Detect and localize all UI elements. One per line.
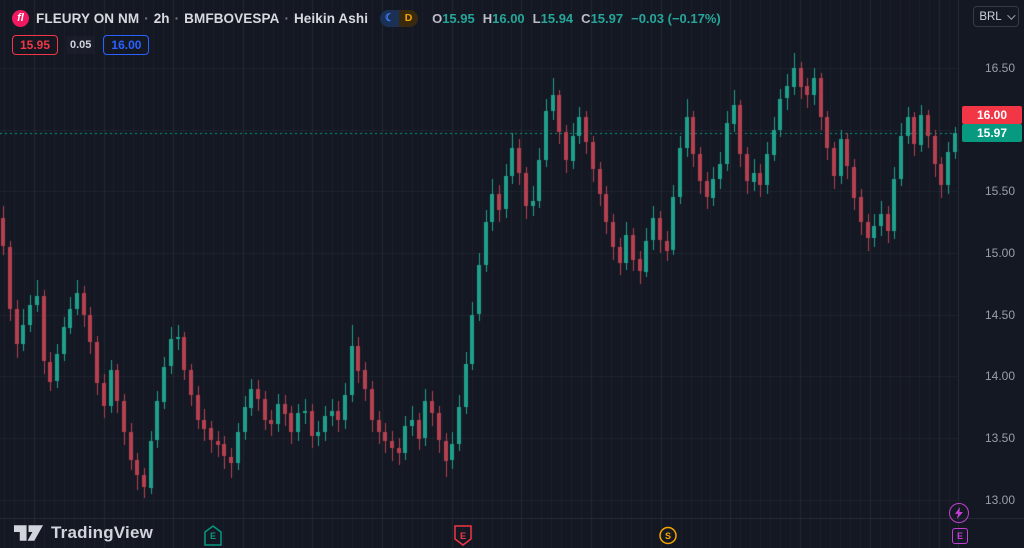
low-value: 15.94 — [540, 10, 574, 26]
market-closed-moon-icon[interactable]: ☾ — [380, 9, 400, 27]
time-axis[interactable]: EES — [0, 518, 1024, 548]
price-chart-canvas[interactable] — [0, 0, 958, 548]
delayed-data-icon[interactable]: D — [399, 9, 419, 27]
title-separator: · — [144, 10, 149, 26]
price-tick-label: 16.50 — [985, 60, 1016, 75]
ask-price-badge: 16.00 — [962, 106, 1022, 125]
earnings-miss-marker[interactable]: E — [454, 525, 472, 546]
change-value: −0.03 (−0.17%) — [631, 10, 721, 26]
price-scale-axis[interactable]: BRL 16.50 16.00 15.50 15.00 14.50 14.00 13.50 1… — [958, 0, 1024, 548]
chevron-down-icon — [1006, 10, 1016, 20]
symbol-title-row[interactable]: fl FLEURY ON NM · 2h · BMFBOVESPA · Heik… — [12, 8, 721, 28]
ohlc-values: O15.95 H16.00 L15.94 C15.97 −0.03 (−0.17… — [432, 11, 721, 26]
symbol-name[interactable]: FLEURY ON NM — [36, 11, 139, 26]
title-separator: · — [284, 10, 289, 26]
buy-button[interactable]: 16.00 — [103, 35, 150, 55]
price-tick-label: 14.50 — [985, 307, 1016, 322]
low-label: L — [532, 10, 541, 26]
chart-legend: fl FLEURY ON NM · 2h · BMFBOVESPA · Heik… — [12, 8, 721, 55]
earnings-edge-marker[interactable]: E — [952, 528, 968, 544]
currency-label: BRL — [979, 10, 1002, 23]
spread-value: 0.05 — [66, 36, 96, 54]
tradingview-mark-icon — [13, 525, 44, 541]
interval-label[interactable]: 2h — [154, 11, 170, 26]
close-label: C — [581, 10, 591, 26]
earnings-beat-marker[interactable]: E — [204, 525, 222, 546]
price-tick-label: 15.50 — [985, 184, 1016, 199]
open-label: O — [432, 10, 443, 26]
chart-style-label: Heikin Ashi — [293, 10, 369, 26]
last-price-badge: 15.97 — [962, 124, 1022, 143]
lightning-bolt-icon — [955, 507, 963, 519]
open-value: 15.95 — [442, 10, 475, 26]
high-value: 16.00 — [492, 10, 525, 26]
price-tick-label: 14.00 — [985, 369, 1016, 384]
price-tick-label: 15.00 — [985, 246, 1016, 261]
tradingview-logo-text: TradingView — [51, 523, 154, 542]
price-tick-label: 13.00 — [985, 492, 1016, 507]
sell-button[interactable]: 15.95 — [12, 35, 58, 55]
symbol-logo-icon: fl — [12, 9, 29, 27]
exchange-label: BMFBOVESPA — [184, 10, 280, 26]
title-separator: · — [174, 10, 180, 26]
trade-panel: 15.95 0.05 16.00 — [12, 35, 721, 55]
flash-event-marker[interactable] — [949, 503, 969, 523]
market-status-toggle[interactable]: ☾ D — [380, 9, 419, 27]
close-value: 15.97 — [590, 10, 624, 26]
tradingview-chart-window: fl FLEURY ON NM · 2h · BMFBOVESPA · Heik… — [0, 0, 1024, 548]
split-marker[interactable]: S — [659, 525, 677, 546]
high-label: H — [482, 10, 493, 26]
tradingview-logo[interactable]: TradingView — [13, 523, 153, 543]
currency-selector-button[interactable]: BRL — [973, 6, 1019, 27]
price-tick-label: 13.50 — [985, 431, 1016, 446]
